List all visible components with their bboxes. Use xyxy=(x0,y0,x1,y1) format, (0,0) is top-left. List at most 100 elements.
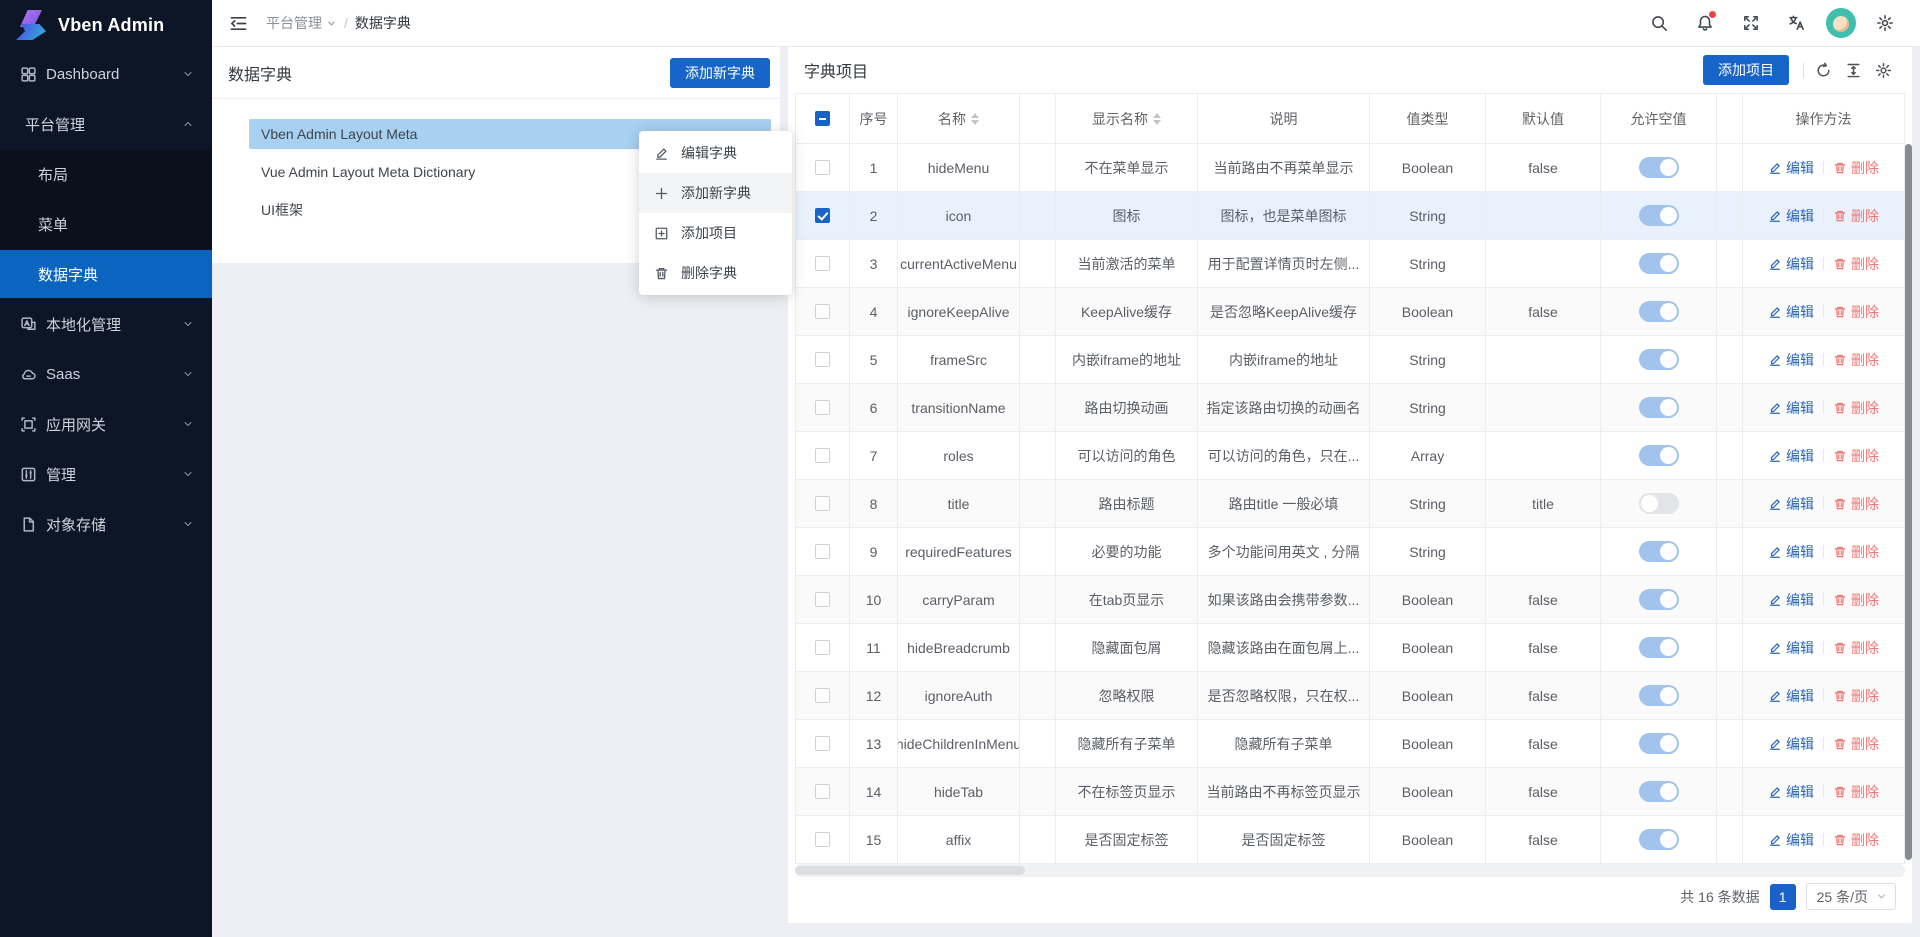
sidebar-item-saas[interactable]: Saas xyxy=(0,350,212,398)
edit-button[interactable]: 编辑 xyxy=(1768,542,1814,562)
select-all-checkbox[interactable] xyxy=(815,111,830,126)
edit-icon xyxy=(1768,833,1782,847)
allow-null-toggle[interactable] xyxy=(1639,301,1679,322)
edit-button[interactable]: 编辑 xyxy=(1768,782,1814,802)
refresh-button[interactable] xyxy=(1808,55,1838,85)
row-checkbox[interactable] xyxy=(815,208,830,223)
delete-button[interactable]: 删除 xyxy=(1833,542,1879,562)
row-checkbox[interactable] xyxy=(815,400,830,415)
vertical-scrollbar[interactable] xyxy=(1905,144,1912,860)
trash-icon xyxy=(1833,449,1847,463)
row-checkbox[interactable] xyxy=(815,352,830,367)
allow-null-toggle[interactable] xyxy=(1639,637,1679,658)
sidebar-item-menu[interactable]: 菜单 xyxy=(0,200,212,248)
fullscreen-button[interactable] xyxy=(1734,6,1768,40)
allow-null-toggle[interactable] xyxy=(1639,445,1679,466)
delete-button[interactable]: 删除 xyxy=(1833,734,1879,754)
row-checkbox[interactable] xyxy=(815,544,830,559)
edit-button[interactable]: 编辑 xyxy=(1768,734,1814,754)
row-checkbox[interactable] xyxy=(815,640,830,655)
allow-null-toggle[interactable] xyxy=(1639,349,1679,370)
add-item-button[interactable]: 添加项目 xyxy=(1703,55,1789,85)
allow-null-toggle[interactable] xyxy=(1639,589,1679,610)
breadcrumb-platform[interactable]: 平台管理 xyxy=(266,13,337,33)
translate-button[interactable] xyxy=(1780,6,1814,40)
delete-button[interactable]: 删除 xyxy=(1833,830,1879,850)
sidebar-item-localization[interactable]: 本地化管理 xyxy=(0,300,212,348)
edit-button[interactable]: 编辑 xyxy=(1768,494,1814,514)
line-height-button[interactable] xyxy=(1838,55,1868,85)
allow-null-toggle[interactable] xyxy=(1639,733,1679,754)
sidebar-item-layout[interactable]: 布局 xyxy=(0,150,212,198)
delete-button[interactable]: 删除 xyxy=(1833,782,1879,802)
edit-button[interactable]: 编辑 xyxy=(1768,302,1814,322)
page-size-select[interactable]: 25 条/页 xyxy=(1806,883,1896,910)
row-checkbox[interactable] xyxy=(815,832,830,847)
edit-button[interactable]: 编辑 xyxy=(1768,590,1814,610)
allow-null-toggle[interactable] xyxy=(1639,493,1679,514)
sidebar-item-dashboard[interactable]: Dashboard xyxy=(0,50,212,98)
row-checkbox[interactable] xyxy=(815,736,830,751)
delete-button[interactable]: 删除 xyxy=(1833,350,1879,370)
row-checkbox[interactable] xyxy=(815,448,830,463)
row-checkbox[interactable] xyxy=(815,256,830,271)
allow-null-toggle[interactable] xyxy=(1639,781,1679,802)
row-checkbox[interactable] xyxy=(815,592,830,607)
edit-button[interactable]: 编辑 xyxy=(1768,254,1814,274)
edit-button[interactable]: 编辑 xyxy=(1768,158,1814,178)
sidebar-item-object-storage[interactable]: 对象存储 xyxy=(0,500,212,548)
delete-button[interactable]: 删除 xyxy=(1833,638,1879,658)
delete-button[interactable]: 删除 xyxy=(1833,158,1879,178)
avatar[interactable] xyxy=(1826,8,1856,38)
edit-button[interactable]: 编辑 xyxy=(1768,638,1814,658)
allow-null-toggle[interactable] xyxy=(1639,397,1679,418)
edit-button[interactable]: 编辑 xyxy=(1768,206,1814,226)
allow-null-toggle[interactable] xyxy=(1639,253,1679,274)
delete-button[interactable]: 删除 xyxy=(1833,302,1879,322)
edit-button[interactable]: 编辑 xyxy=(1768,686,1814,706)
delete-button[interactable]: 删除 xyxy=(1833,494,1879,514)
search-button[interactable] xyxy=(1642,6,1676,40)
row-checkbox[interactable] xyxy=(815,160,830,175)
bell-button[interactable] xyxy=(1688,6,1722,40)
cell-display-name: 可以访问的角色 xyxy=(1056,432,1198,480)
delete-button[interactable]: 删除 xyxy=(1833,590,1879,610)
edit-button[interactable]: 编辑 xyxy=(1768,446,1814,466)
context-menu-item[interactable]: 删除字典 xyxy=(639,253,792,293)
delete-button[interactable]: 删除 xyxy=(1833,398,1879,418)
allow-null-toggle[interactable] xyxy=(1639,829,1679,850)
context-menu-item[interactable]: 添加项目 xyxy=(639,213,792,253)
sidebar-item-manage[interactable]: 管理 xyxy=(0,450,212,498)
context-menu-item[interactable]: 添加新字典 xyxy=(639,173,792,213)
logo[interactable]: Vben Admin xyxy=(0,0,212,50)
allow-null-toggle[interactable] xyxy=(1639,541,1679,562)
delete-button[interactable]: 删除 xyxy=(1833,446,1879,466)
delete-button[interactable]: 删除 xyxy=(1833,686,1879,706)
spacer-cell xyxy=(1717,288,1743,336)
page-number-button[interactable]: 1 xyxy=(1770,884,1796,910)
row-checkbox[interactable] xyxy=(815,784,830,799)
sidebar-item-data-dictionary[interactable]: 数据字典 xyxy=(0,250,212,298)
add-dictionary-button[interactable]: 添加新字典 xyxy=(670,58,770,88)
delete-button[interactable]: 删除 xyxy=(1833,254,1879,274)
settings-button[interactable] xyxy=(1868,6,1902,40)
row-checkbox[interactable] xyxy=(815,688,830,703)
row-checkbox[interactable] xyxy=(815,496,830,511)
settings-button[interactable] xyxy=(1868,55,1898,85)
edit-button[interactable]: 编辑 xyxy=(1768,830,1814,850)
allow-null-toggle[interactable] xyxy=(1639,685,1679,706)
menu-fold-icon[interactable] xyxy=(228,13,248,33)
context-menu-item[interactable]: 编辑字典 xyxy=(639,133,792,173)
cell-description: 路由title 一般必填 xyxy=(1198,480,1370,528)
sidebar-item-platform-management[interactable]: 平台管理 xyxy=(0,100,212,148)
sidebar-item-app-gateway[interactable]: 应用网关 xyxy=(0,400,212,448)
allow-null-toggle[interactable] xyxy=(1639,205,1679,226)
edit-button[interactable]: 编辑 xyxy=(1768,398,1814,418)
row-checkbox[interactable] xyxy=(815,304,830,319)
delete-button[interactable]: 删除 xyxy=(1833,206,1879,226)
edit-button[interactable]: 编辑 xyxy=(1768,350,1814,370)
horizontal-scrollbar[interactable] xyxy=(795,864,1905,877)
allow-null-toggle[interactable] xyxy=(1639,157,1679,178)
sort-icon[interactable] xyxy=(971,113,979,125)
sort-icon[interactable] xyxy=(1153,113,1161,125)
